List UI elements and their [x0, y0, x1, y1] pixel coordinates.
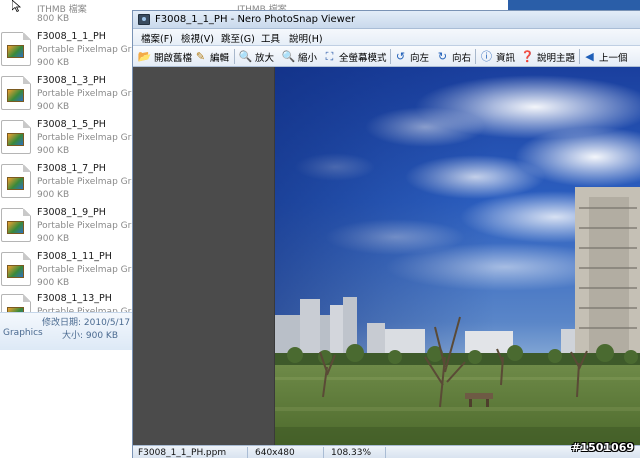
file-type: Portable Pixelmap Graphics [37, 133, 133, 143]
rotate-right-button[interactable]: ↻ 向右 [436, 48, 471, 65]
zoom-in-button[interactable]: 🔍 放大 [239, 48, 274, 65]
zoom-out-icon: 🔍 [281, 50, 296, 63]
info-button[interactable]: ⓘ 資訊 [480, 48, 515, 65]
ppm-file-icon [1, 164, 31, 198]
file-item[interactable]: F3008_1_5_PH Portable Pixelmap Graphics … [0, 116, 135, 160]
file-name: F3008_1_13_PH [37, 293, 112, 304]
ppm-file-icon [1, 76, 31, 110]
status-zoom: 108.33% [331, 448, 372, 458]
file-type: Portable Pixelmap Graphics [37, 221, 133, 231]
file-item[interactable]: F3008_1_3_PH Portable Pixelmap Graphics … [0, 72, 135, 116]
previous-label: 上一個 [599, 52, 628, 64]
previous-icon: ◀ [585, 50, 594, 63]
file-name: F3008_1_9_PH [37, 207, 106, 218]
toolbar-separator [234, 49, 235, 64]
file-item[interactable]: F3008_1_9_PH Portable Pixelmap Graphics … [0, 204, 135, 248]
zoom-out-label: 縮小 [298, 52, 318, 64]
status-separator [385, 447, 386, 458]
landscape-photo [275, 67, 640, 445]
zoom-out-button[interactable]: 🔍 縮小 [282, 48, 317, 65]
ppm-file-icon [1, 208, 31, 242]
help-icon: ❓ [520, 50, 535, 63]
file-type: Portable Pixelmap Graphics [37, 89, 133, 99]
ppm-file-icon [1, 252, 31, 286]
file-size: 900 KB [37, 58, 70, 68]
open-label: 開啟舊檔 [154, 52, 193, 64]
file-type: Portable Pixelmap Graphics [37, 265, 133, 275]
file-type: Portable Pixelmap Graphics [37, 177, 133, 187]
image-canvas[interactable] [133, 67, 640, 445]
fullscreen-icon: ⛶ [325, 50, 334, 63]
zoom-in-icon: 🔍 [238, 50, 253, 63]
file-size-label: 800 KB [37, 14, 70, 24]
photo-display[interactable] [275, 67, 640, 445]
edit-icon: ✎ [195, 50, 206, 63]
file-size: 900 KB [37, 278, 70, 288]
viewer-left-panel [133, 67, 275, 445]
zoom-in-label: 放大 [255, 52, 275, 64]
file-item[interactable]: F3008_1_11_PH Portable Pixelmap Graphics… [0, 248, 135, 292]
ppm-file-icon [1, 294, 31, 312]
window-title: F3008_1_1_PH - Nero PhotoSnap Viewer [155, 14, 356, 25]
photosnap-viewer-window: F3008_1_1_PH - Nero PhotoSnap Viewer 檔案(… [132, 10, 640, 458]
menu-bar: 檔案(F) 檢視(V) 跳至(G) 工具 說明(H) [133, 29, 640, 46]
ppm-file-icon [1, 120, 31, 154]
modified-date: 修改日期: 2010/5/17 [42, 318, 131, 328]
open-button[interactable]: 📂 開啟舊檔 [138, 48, 192, 65]
info-label: 資訊 [496, 52, 516, 64]
details-size: 大小: 900 KB [62, 331, 119, 341]
previous-button[interactable]: ◀ 上一個 [583, 48, 628, 65]
menu-tools[interactable]: 工具 [261, 31, 280, 45]
help-topics-button[interactable]: ❓ 說明主題 [521, 48, 575, 65]
file-item[interactable]: F3008_1_13_PH Portable Pixelmap Graphics [0, 290, 135, 312]
toolbar-separator [579, 49, 580, 64]
menu-view[interactable]: 檢視(V) [181, 31, 214, 45]
info-icon: ⓘ [481, 50, 492, 63]
file-name: F3008_1_5_PH [37, 119, 106, 130]
file-item[interactable]: F3008_1_7_PH Portable Pixelmap Graphics … [0, 160, 135, 204]
help-topics-label: 說明主題 [537, 52, 576, 64]
edit-button[interactable]: ✎ 編輯 [194, 48, 229, 65]
rotate-left-label: 向左 [410, 52, 430, 64]
ppm-file-icon [1, 32, 31, 66]
file-size: 900 KB [37, 234, 70, 244]
file-name: F3008_1_1_PH [37, 31, 106, 42]
open-folder-icon: 📂 [137, 50, 152, 63]
camera-app-icon [138, 14, 150, 25]
rotate-right-icon: ↻ [437, 50, 448, 63]
file-size: 900 KB [37, 146, 70, 156]
file-type: Portable Pixelmap Graphics [37, 45, 133, 55]
file-item[interactable]: F3008_1_1_PH Portable Pixelmap Graphics … [0, 28, 135, 72]
file-name: F3008_1_11_PH [37, 251, 112, 262]
rotate-left-icon: ↺ [395, 50, 406, 63]
toolbar-separator [475, 49, 476, 64]
edit-label: 編輯 [210, 52, 230, 64]
file-name: F3008_1_3_PH [37, 75, 106, 86]
rotate-left-button[interactable]: ↺ 向左 [394, 48, 429, 65]
watermark-text: #1501069 [571, 441, 634, 454]
status-separator [247, 447, 248, 458]
fullscreen-label: 全螢幕模式 [339, 52, 387, 64]
status-separator [323, 447, 324, 458]
menu-help[interactable]: 說明(H) [289, 31, 323, 45]
fullscreen-button[interactable]: ⛶ 全螢幕模式 [323, 48, 387, 65]
status-filename: F3008_1_1_PH.ppm [138, 448, 227, 458]
status-bar: F3008_1_1_PH.ppm 640x480 108.33% [133, 445, 640, 458]
rotate-right-label: 向右 [452, 52, 472, 64]
menu-file[interactable]: 檔案(F) [141, 31, 173, 45]
title-bar[interactable]: F3008_1_1_PH - Nero PhotoSnap Viewer [133, 11, 640, 29]
file-size: 900 KB [37, 102, 70, 112]
file-size: 900 KB [37, 190, 70, 200]
menu-goto[interactable]: 跳至(G) [221, 31, 255, 45]
mouse-cursor-icon [12, 0, 22, 12]
toolbar: 📂 開啟舊檔 ✎ 編輯 🔍 放大 🔍 縮小 ⛶ 全螢幕模式 ↺ 向左 ↻ 向右 [133, 46, 640, 67]
status-dimensions: 640x480 [255, 448, 295, 458]
details-type: Graphics [3, 328, 43, 338]
details-pane: 修改日期: 2010/5/17 Graphics 大小: 900 KB [0, 312, 135, 350]
file-name: F3008_1_7_PH [37, 163, 106, 174]
toolbar-separator [390, 49, 391, 64]
